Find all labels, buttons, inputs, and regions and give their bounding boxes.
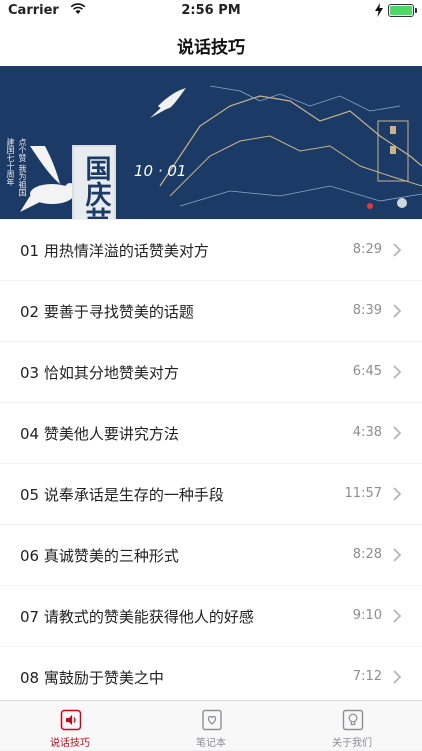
lesson-duration: 8:39	[352, 303, 382, 318]
lesson-row[interactable]: 08 寓鼓励于赞美之中 7:12	[0, 647, 422, 707]
tab-label: 笔记本	[196, 738, 226, 749]
lesson-row[interactable]: 07 请教式的赞美能获得他人的好感 9:10	[0, 586, 422, 646]
lesson-title: 03 恰如其分地赞美对方	[20, 364, 179, 382]
lightbulb-icon	[342, 709, 364, 731]
banner-image[interactable]: 点个赞 我为祖国 建国七十周年 国庆节 10 · 01	[0, 66, 422, 219]
national-day-badge: 国庆节	[72, 145, 116, 219]
lesson-duration: 6:45	[352, 364, 382, 379]
chevron-right-icon	[393, 365, 402, 379]
status-time: 2:56 PM	[181, 3, 241, 18]
great-wall-illustration	[0, 66, 422, 219]
lesson-row[interactable]: 01 用热情洋溢的话赞美对方 8:29	[0, 220, 422, 280]
status-bar: Carrier 2:56 PM	[0, 0, 422, 22]
chevron-right-icon	[393, 487, 402, 501]
tab-notebook[interactable]: 笔记本	[141, 701, 281, 751]
tab-label: 说话技巧	[50, 738, 90, 749]
tab-bar: 说话技巧 笔记本 关于我们	[0, 700, 422, 750]
tab-about-us[interactable]: 关于我们	[282, 701, 422, 751]
banner-date: 10 · 01	[134, 162, 187, 180]
lesson-row[interactable]: 02 要善于寻找赞美的话题 8:39	[0, 281, 422, 341]
page-title: 说话技巧	[177, 38, 245, 58]
lesson-duration: 8:29	[352, 242, 382, 257]
lesson-title: 08 寓鼓励于赞美之中	[20, 669, 164, 687]
lesson-duration: 4:38	[352, 425, 382, 440]
lesson-row[interactable]: 05 说奉承话是生存的一种手段 11:57	[0, 464, 422, 524]
chevron-right-icon	[393, 243, 402, 257]
notebook-heart-icon	[202, 709, 222, 731]
tab-label: 关于我们	[332, 738, 372, 749]
battery-icon	[388, 4, 417, 17]
lesson-row[interactable]: 04 赞美他人要讲究方法 4:38	[0, 403, 422, 463]
lesson-title: 06 真诚赞美的三种形式	[20, 547, 179, 565]
lesson-duration: 7:12	[352, 669, 382, 684]
chevron-right-icon	[393, 609, 402, 623]
lesson-title: 01 用热情洋溢的话赞美对方	[20, 242, 209, 260]
chevron-right-icon	[393, 304, 402, 318]
chevron-right-icon	[393, 426, 402, 440]
tab-speaking-skills[interactable]: 说话技巧	[0, 701, 140, 751]
nav-bar: 说话技巧	[0, 22, 422, 66]
chevron-right-icon	[393, 548, 402, 562]
lesson-duration: 11:57	[344, 486, 382, 501]
chevron-right-icon	[393, 670, 402, 684]
banner-slogan: 点个赞 我为祖国 建国七十周年	[6, 138, 27, 197]
battery-tip	[415, 8, 417, 13]
battery-fill	[390, 6, 412, 15]
lesson-title: 02 要善于寻找赞美的话题	[20, 303, 194, 321]
lesson-duration: 8:28	[352, 547, 382, 562]
speaker-icon	[60, 709, 82, 731]
lesson-row[interactable]: 03 恰如其分地赞美对方 6:45	[0, 342, 422, 402]
charging-icon	[375, 3, 383, 17]
badge-text: 国庆节	[81, 155, 111, 219]
lesson-row[interactable]: 06 真诚赞美的三种形式 8:28	[0, 525, 422, 585]
lesson-title: 05 说奉承话是生存的一种手段	[20, 486, 224, 504]
lesson-duration: 9:10	[352, 608, 382, 623]
lesson-title: 04 赞美他人要讲究方法	[20, 425, 179, 443]
lesson-title: 07 请教式的赞美能获得他人的好感	[20, 608, 254, 626]
